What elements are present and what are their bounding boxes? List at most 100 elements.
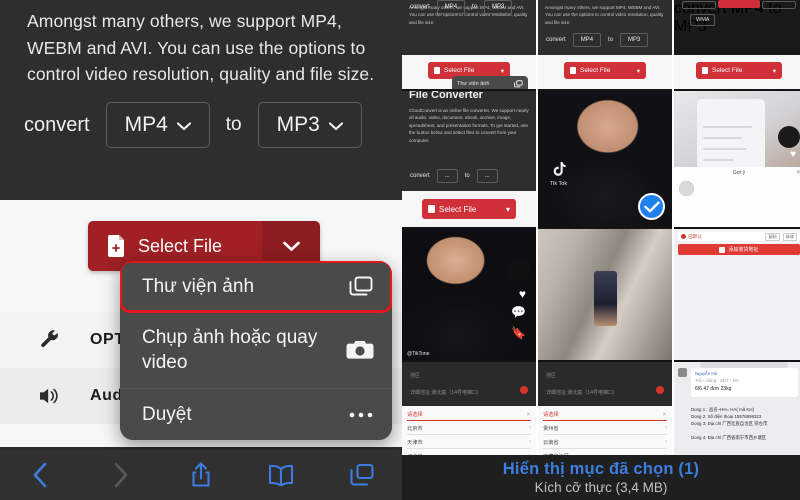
audio-row-label: Aud [90, 387, 123, 404]
thumb-detail-b: 详细地址 通北庭（14号电梯口） [546, 390, 618, 396]
grid-cell-woman-interview[interactable]: ♥ 💬 🔖 @TikTone [402, 229, 536, 360]
comment-icon: 💬 [511, 304, 526, 319]
menu-item-take-photo-label: Chụp ảnh hoặc quay video [142, 327, 318, 374]
thumb-region-opt-a0: 北京市 › [407, 422, 531, 435]
thumb-please-select-a: 请选择 ✕ [407, 408, 531, 421]
grid-cell-format-form[interactable]: WMA convert MP4 to MP3 Select File ▾ [674, 0, 800, 89]
thumb-mp4-b: MP4 [572, 33, 602, 47]
back-icon[interactable] [17, 458, 63, 492]
menu-item-browse[interactable]: Duyệt [120, 389, 392, 440]
show-selected-label[interactable]: Hiển thị mục đã chọn (1) [503, 460, 699, 479]
to-label: to [225, 114, 242, 135]
thumb-social-title: Gợi ý [732, 170, 746, 177]
grid-divider-2 [672, 0, 674, 455]
thumb-chat-bubble: Nguyễn Hà Trả + hàng · SDT · km 6/6 47 đ… [691, 368, 798, 397]
location-pin-icon [520, 386, 528, 394]
thumb-avatar-dark [778, 126, 800, 149]
photo-library-icon [340, 275, 374, 299]
thumb-converter-b-text: Amongst many others, we support MP4, WEB… [545, 5, 664, 25]
menu-item-take-photo[interactable]: Chụp ảnh hoặc quay video [120, 312, 392, 390]
thumb-pill-a [682, 1, 716, 9]
heart-icon: ♥ [790, 149, 796, 161]
forward-icon [98, 458, 144, 492]
menu-item-photo-library-label: Thư viện ảnh [142, 276, 255, 297]
share-icon[interactable] [178, 458, 224, 492]
thumb-convert-label-d: convert [410, 173, 430, 179]
thumb-address-bar: 已默认 复制 修改 [678, 232, 800, 241]
select-file-label: Select File [138, 235, 223, 256]
file-plus-icon [108, 235, 126, 257]
thumb-mp3: MP3 [484, 0, 513, 14]
grid-cell-region-picker-b[interactable]: 地区 详细地址 通北庭（14号电梯口） 请选择✕ 贵州省› 云南省› 西藏自治 [538, 362, 672, 461]
thumb-select-file-d: Select File ▾ [422, 199, 516, 219]
thumb-converter-a: Amongst many others, we support MP4, WEB… [402, 0, 536, 89]
thumb-mp3-b: MP3 [620, 33, 649, 47]
thumb-copy-btn: 复制 [765, 232, 780, 241]
wrench-icon [38, 329, 62, 351]
photo-picker-footer: Hiển thị mục đã chọn (1) Kích cỡ thực (3… [402, 455, 800, 500]
thumb-dash-2: ... [476, 169, 498, 183]
thumb-region-opt-a1: 天津市 › [407, 436, 531, 449]
thumb-region-label-b: 地区 [546, 373, 557, 379]
thumb-photo-mall [538, 229, 672, 360]
thumb-convert-label: convert [410, 4, 430, 10]
thumb-mp4: MP4 [436, 0, 466, 14]
thumb-photo-woman-interview [402, 229, 536, 360]
converter-intro-text: Amongst many others, we support MP4, WEB… [27, 11, 375, 85]
grid-cell-converter-a[interactable]: Amongst many others, we support MP4, WEB… [402, 0, 536, 89]
thumb-converter-b: Amongst many others, we support MP4, WEB… [538, 0, 672, 89]
thumb-convert-label-b: convert [546, 37, 566, 43]
grid-cell-phone-hand[interactable]: ♥ Gợi ý ✕ [674, 91, 800, 227]
from-format-select[interactable]: MP4 [105, 102, 210, 148]
photo-grid: Amongst many others, we support MP4, WEB… [402, 0, 800, 461]
thumb-address-confirm: 已默认 复制 修改 添加收货地址 [674, 229, 800, 360]
grid-cell-converter-page[interactable]: File Converter CloudConvert is an online… [402, 91, 536, 227]
grid-cell-converter-b[interactable]: Amongst many others, we support MP4, WEB… [538, 0, 672, 89]
actual-size-label[interactable]: Kích cỡ thực (3,4 MB) [535, 480, 668, 495]
tiktok-icon [553, 161, 566, 176]
thumb-tiktok-handle: @TikTone [407, 351, 430, 357]
thumb-menu-a: Thư viện ảnh [452, 76, 528, 89]
chevron-down-icon [328, 119, 343, 133]
thumb-social-sheet: Gợi ý ✕ [674, 167, 800, 227]
thumb-address-confirmed: 已默认 [681, 234, 702, 240]
thumb-converter-title: File Converter [409, 91, 483, 101]
thumb-red-pill [718, 0, 760, 8]
thumb-tiktok-watermark: Tik Tok [550, 161, 567, 189]
thumb-dash-1: ... [436, 169, 458, 183]
thumb-chat-line-3: Dong 4: Địa chỉ 广西省南宁市西乡塘区 [691, 435, 767, 440]
thumb-select-file-b: Select File ▾ [564, 62, 646, 79]
thumb-detail-a: 详细地址 通北庭（14号电梯口） [410, 390, 482, 396]
thumb-add-address-button: 添加收货地址 [678, 244, 800, 255]
tabs-icon[interactable] [339, 458, 385, 492]
thumb-region-top-b: 地区 详细地址 通北庭（14号电梯口） [538, 362, 672, 406]
thumb-region-top-a: 地区 详细地址 通北庭（14号电梯口） [402, 362, 536, 406]
thumb-region-label-a: 地区 [410, 373, 421, 379]
grid-cell-chat-message[interactable]: Nguyễn Hà Trả + hàng · SDT · km 6/6 47 đ… [674, 362, 800, 461]
to-format-value: MP3 [276, 113, 320, 136]
thumb-to-label-d: to [464, 173, 470, 179]
thumb-region-opt-b1: 云南省 › [543, 436, 667, 449]
grid-cell-selected-photo[interactable]: Tik Tok [538, 91, 672, 227]
thumb-chat-avatar [678, 368, 687, 377]
thumb-wma-pill: WMA [690, 14, 716, 26]
to-format-select[interactable]: MP3 [257, 102, 362, 148]
thumb-region-picker-b: 地区 详细地址 通北庭（14号电梯口） 请选择✕ 贵州省› 云南省› 西藏自治 [538, 362, 672, 461]
thumb-region-opt-b0: 贵州省 › [543, 422, 667, 435]
convert-row: convert MP4 to MP3 [24, 102, 362, 148]
close-icon: ✕ [795, 170, 800, 177]
grid-cell-region-picker-a[interactable]: 地区 详细地址 通北庭（14号电梯口） 请选择✕ 北京市› 天津市› 河北省› [402, 362, 536, 461]
bookmarks-icon[interactable] [258, 458, 304, 492]
convert-label: convert [24, 113, 90, 136]
thumb-to-label-b: to [608, 37, 614, 43]
camera-icon [340, 339, 374, 361]
menu-item-photo-library[interactable]: Thư viện ảnh [120, 261, 392, 314]
thumb-chat-message: Nguyễn Hà Trả + hàng · SDT · km 6/6 47 đ… [674, 362, 800, 461]
grid-cell-mall-escalator[interactable] [538, 229, 672, 360]
grid-divider-1 [536, 0, 538, 455]
left-panel-safari: Amongst many others, we support MP4, WEB… [0, 0, 402, 500]
select-file-context-menu: Thư viện ảnh Chụp ảnh hoặc quay video Du… [120, 261, 392, 441]
chevron-down-icon [176, 119, 191, 133]
location-pin-icon [656, 386, 664, 394]
grid-cell-address-confirm[interactable]: 已默认 复制 修改 添加收货地址 [674, 229, 800, 360]
